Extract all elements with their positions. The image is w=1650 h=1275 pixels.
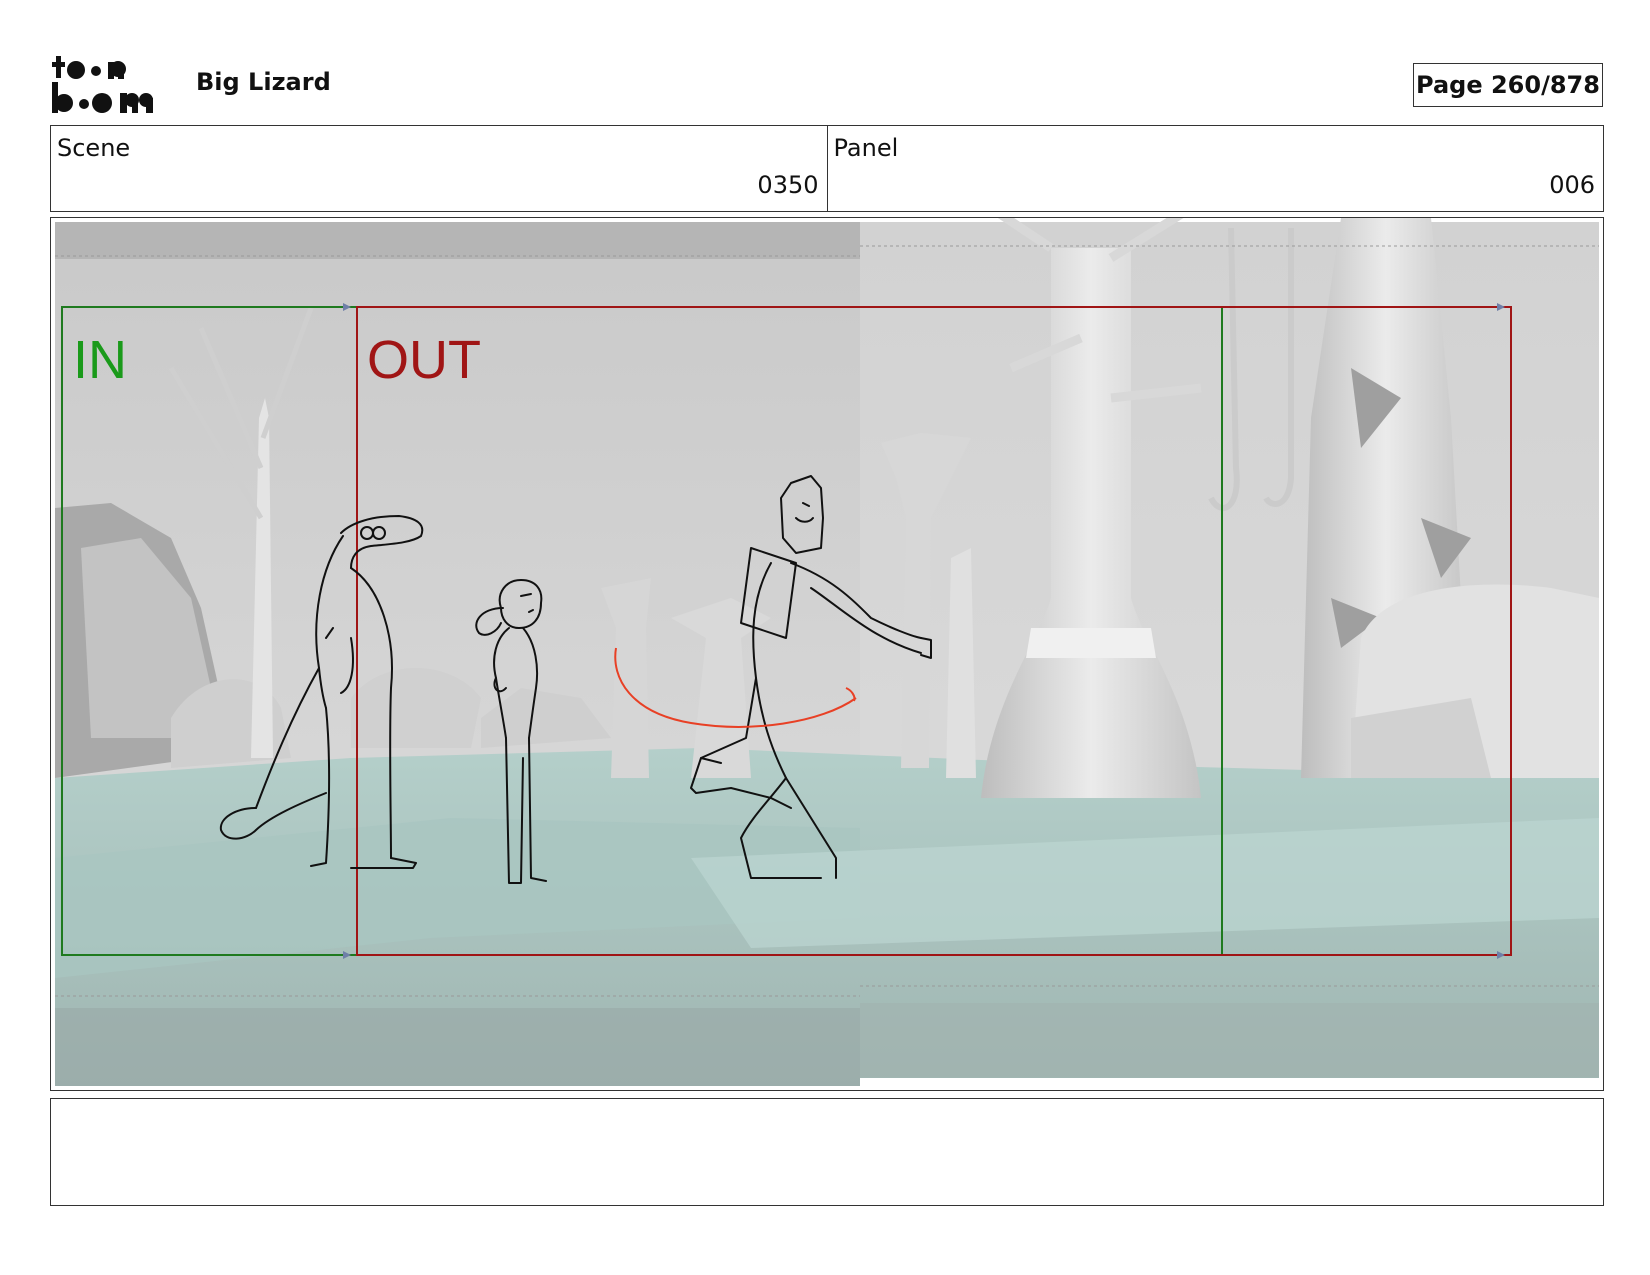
panel-number: 006 xyxy=(1549,171,1595,199)
storyboard-frame: IN OUT xyxy=(50,217,1604,1091)
scene-cell: Scene 0350 xyxy=(51,126,827,211)
out-label: OUT xyxy=(367,330,481,390)
scene-label: Scene xyxy=(57,134,131,162)
storyboard-drawing: IN OUT xyxy=(54,218,1599,1086)
in-label: IN xyxy=(73,330,127,390)
project-title: Big Lizard xyxy=(196,68,331,96)
scene-panel-info: Scene 0350 Panel 006 xyxy=(50,125,1604,212)
panel-notes xyxy=(50,1098,1604,1206)
scene-number: 0350 xyxy=(757,171,819,199)
toon-boom-logo xyxy=(52,56,153,113)
panel-label: Panel xyxy=(833,134,899,162)
panel-cell: Panel 006 xyxy=(826,126,1604,211)
page-indicator: Page 260/878 xyxy=(1413,63,1603,107)
